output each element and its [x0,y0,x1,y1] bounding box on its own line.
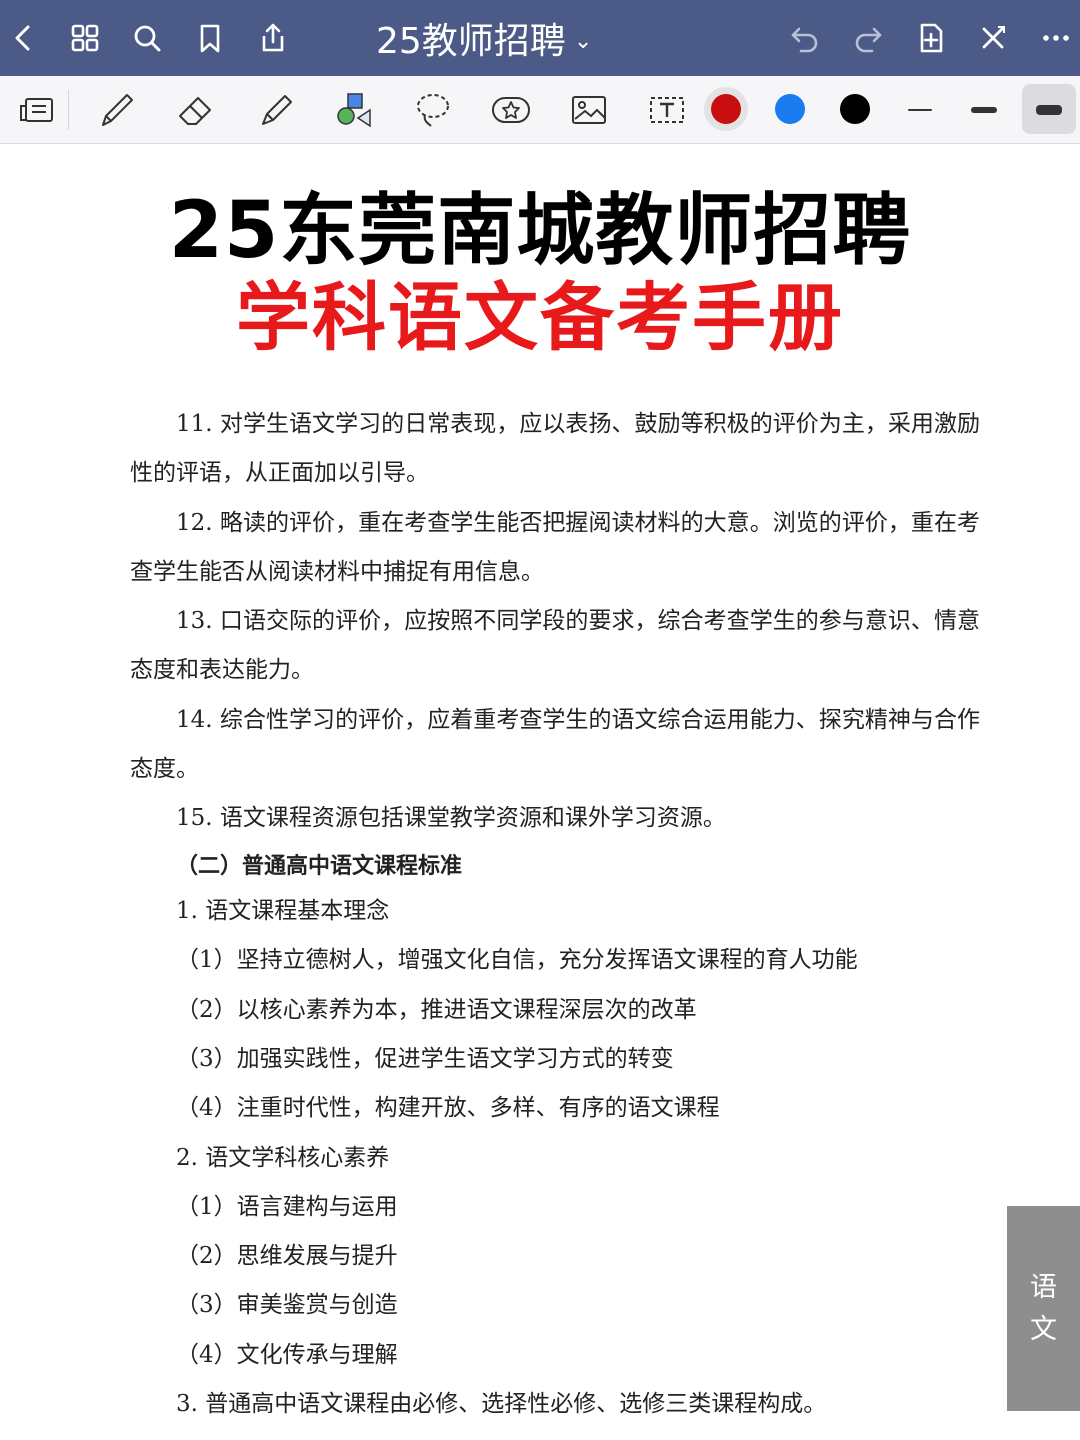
sub2-item: （3）审美鉴赏与创造 [176,1292,398,1318]
sub2-item: （1）语言建构与运用 [176,1194,398,1220]
add-page-icon[interactable] [907,14,955,62]
paragraph-13: 13. 口语交际的评价，应按照不同学段的要求，综合考查学生的参与意识、情意态度和… [130,608,980,683]
grid-view-icon[interactable] [61,14,109,62]
annotation-toolbar [0,76,1080,144]
paragraph-11: 11. 对学生语文学习的日常表现，应以表扬、鼓励等积极的评价为主，采用激励性的评… [130,411,980,486]
paragraph-12: 12. 略读的评价，重在考查学生能否把握阅读材料的大意。浏览的评价，重在考查学生… [130,510,980,585]
image-icon[interactable] [563,84,615,136]
stroke-thin[interactable] [908,109,932,111]
lasso-icon[interactable] [407,84,459,136]
top-nav-bar: 25教师招聘 ⌄ [0,0,1080,76]
share-icon[interactable] [249,14,297,62]
sub2-item: （2）思维发展与提升 [176,1243,398,1269]
color-black-swatch[interactable] [840,94,870,124]
sub2-item: （4）文化传承与理解 [176,1342,398,1368]
document-title-text: 25教师招聘 [376,21,566,62]
paragraph-14: 14. 综合性学习的评价，应着重考查学生的语文综合运用能力、探究精神与合作态度。 [130,707,980,782]
shapes-icon[interactable] [328,84,380,136]
sub1-item: （4）注重时代性，构建开放、多样、有序的语文课程 [176,1095,720,1121]
document-title[interactable]: 25教师招聘 ⌄ [376,14,592,62]
color-blue-swatch[interactable] [775,94,805,124]
redo-icon[interactable] [844,14,892,62]
bookmark-icon[interactable] [186,14,234,62]
sub1-title: 1. 语文课程基本理念 [176,898,390,924]
pen-icon[interactable] [90,84,142,136]
side-tab-char: 文 [1030,1313,1057,1345]
read-mode-icon[interactable] [12,84,64,136]
search-icon[interactable] [123,14,171,62]
stroke-thick [1036,105,1062,115]
sub1-item: （3）加强实践性，促进学生语文学习方式的转变 [176,1046,674,1072]
paragraph-15: 15. 语文课程资源包括课堂教学资源和课外学习资源。 [176,805,726,831]
toolbar-divider [68,90,69,130]
sticker-icon[interactable] [485,84,537,136]
eraser-icon[interactable] [170,84,222,136]
side-tab-char: 语 [1030,1271,1057,1303]
close-edit-icon[interactable] [969,14,1017,62]
highlighter-icon[interactable] [249,84,301,136]
sub3-title: 3. 普通高中语文课程由必修、选择性必修、选修三类课程构成。 [176,1391,827,1417]
color-red-swatch[interactable] [711,94,741,124]
sub1-item: （1）坚持立德树人，增强文化自信，充分发挥语文课程的育人功能 [176,947,858,973]
section-heading: （二）普通高中语文课程标准 [176,854,463,879]
document-subheading: 学科语文备考手册 [236,275,844,361]
chevron-down-icon: ⌄ [573,28,593,54]
more-options-icon[interactable] [1032,14,1080,62]
back-icon[interactable] [0,14,48,62]
side-tab-chinese[interactable]: 语 文 [1007,1206,1080,1411]
stroke-medium[interactable] [971,107,997,113]
undo-icon[interactable] [781,14,829,62]
text-box-icon[interactable] [641,84,693,136]
sub2-title: 2. 语文学科核心素养 [176,1145,390,1171]
sub1-item: （2）以核心素养为本，推进语文课程深层次的改革 [176,997,697,1023]
